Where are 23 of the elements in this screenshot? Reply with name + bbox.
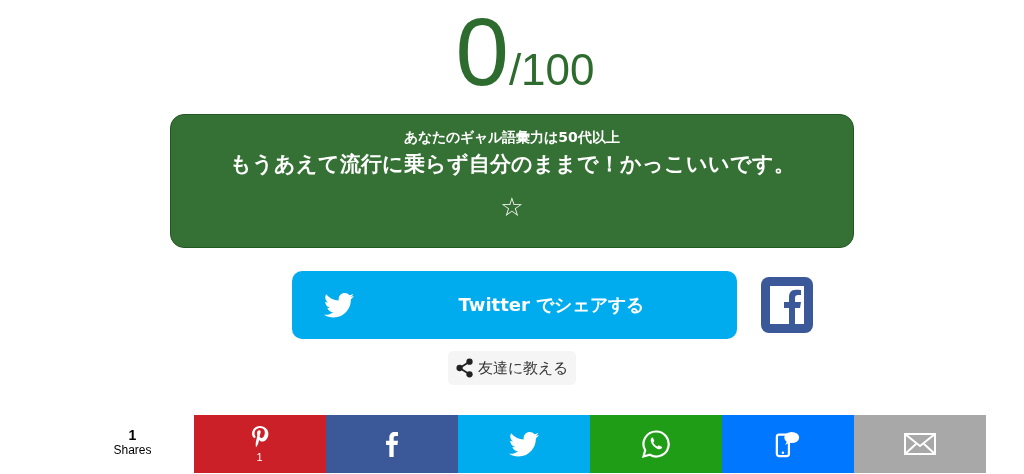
phone-chat-icon xyxy=(774,430,801,458)
share-count: 1 xyxy=(128,427,137,443)
email-share-button[interactable] xyxy=(853,415,986,473)
bird-icon xyxy=(323,292,354,318)
score-max: /100 xyxy=(508,45,595,95)
star-text: ☆ xyxy=(500,191,524,224)
pinterest-share-button[interactable]: 1 xyxy=(193,415,326,473)
facebook-logo-icon xyxy=(385,431,398,457)
facebook-icon[interactable] xyxy=(760,277,813,333)
twitter-share-button[interactable] xyxy=(457,415,590,473)
envelope-icon xyxy=(903,433,936,455)
facebook-share-button[interactable] xyxy=(325,415,458,473)
sms-share-button[interactable] xyxy=(721,415,854,473)
result-level-text: あなたのギャル語彙力は50代以上 xyxy=(404,128,620,147)
result-message: もうあえて流行に乗らず自分のままで！かっこいいです。 xyxy=(229,151,795,178)
whatsapp-share-button[interactable] xyxy=(589,415,722,473)
score-value: 0 xyxy=(455,0,509,104)
whatsapp-icon xyxy=(640,429,671,459)
share-count-label: Shares xyxy=(113,443,152,457)
share-with-friends-button[interactable]: 友達に教える xyxy=(448,351,576,385)
pinterest-count: 1 xyxy=(256,451,263,463)
bird-icon xyxy=(508,431,539,457)
share-icon xyxy=(456,358,474,378)
